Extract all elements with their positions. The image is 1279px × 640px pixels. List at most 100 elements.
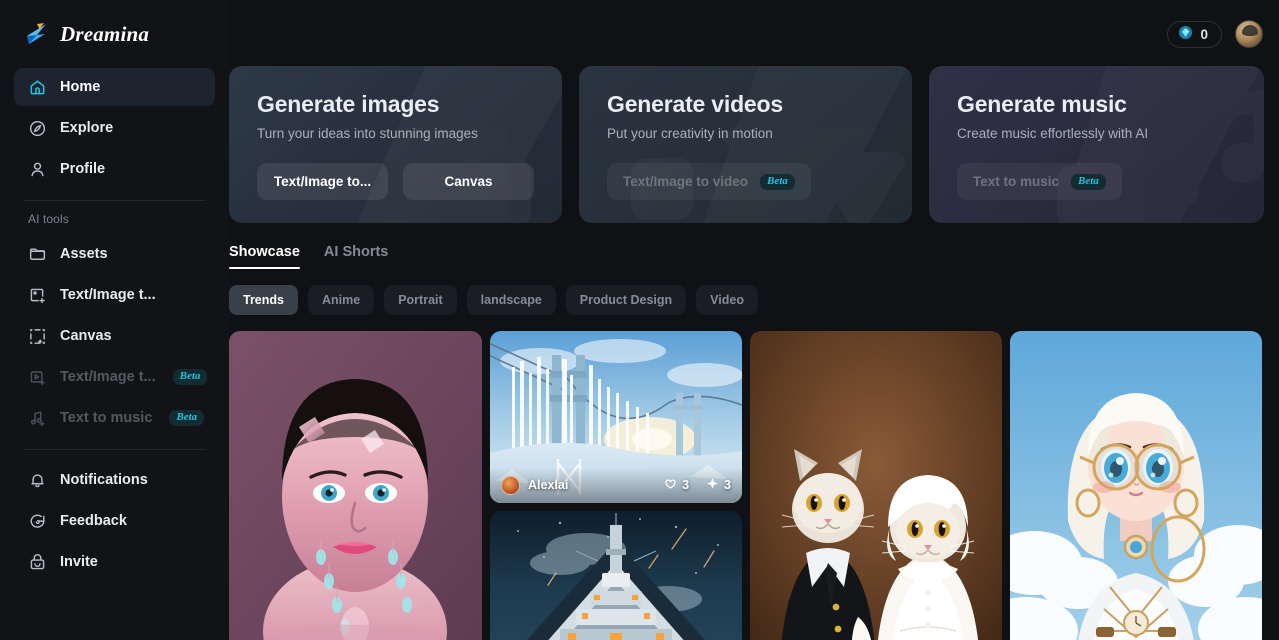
gallery-card-wedding-cats[interactable] — [750, 331, 1002, 640]
sidebar-divider-top — [24, 200, 205, 201]
music-plus-icon — [28, 409, 47, 428]
chip-label: Video — [710, 293, 744, 307]
hero-button-label: Text/Image to video — [623, 174, 749, 189]
sidebar-item-canvas[interactable]: Canvas — [14, 317, 215, 355]
beta-badge: Beta — [1071, 173, 1106, 190]
sidebar-item-text-to-music[interactable]: Text to music Beta — [14, 399, 215, 437]
sidebar-item-label: Text/Image t... — [60, 369, 156, 385]
sidebar-item-label: Explore — [60, 120, 114, 136]
tab-showcase[interactable]: Showcase — [229, 244, 300, 269]
sidebar-item-label: Text/Image t... — [60, 287, 156, 303]
hero-buttons: Text/Image to video Beta — [607, 163, 912, 200]
hero-button-text-image-to-image[interactable]: Text/Image to... — [257, 163, 388, 200]
dreamina-logo-icon — [24, 21, 51, 47]
artwork-battleship — [490, 511, 742, 640]
hero-title: Generate music — [957, 91, 1127, 117]
remix-count: 3 — [724, 478, 731, 492]
chip-video[interactable]: Video — [696, 285, 758, 315]
hero-button-label: Text/Image to... — [273, 174, 372, 189]
sidebar-item-feedback[interactable]: Feedback — [14, 502, 215, 540]
image-plus-icon — [28, 286, 47, 305]
gallery-column — [229, 331, 482, 640]
hero-button-text-image-to-video[interactable]: Text/Image to video Beta — [607, 163, 811, 200]
hero-button-canvas[interactable]: Canvas — [403, 163, 534, 200]
hero-title: Generate images — [257, 91, 440, 117]
sidebar-item-label: Profile — [60, 161, 106, 177]
hero-button-text-to-music[interactable]: Text to music Beta — [957, 163, 1122, 200]
artwork-anime-girl — [1010, 331, 1262, 640]
showcase-gallery: Alexlai 3 3 — [229, 331, 1264, 640]
sidebar-item-assets[interactable]: Assets — [14, 235, 215, 273]
sidebar-item-explore[interactable]: Explore — [14, 109, 215, 147]
artwork-wedding-cats — [750, 331, 1002, 640]
top-bar: 0 — [229, 0, 1279, 68]
brand-name: Dreamina — [60, 21, 150, 46]
chat-icon — [28, 512, 47, 531]
sparkle-icon — [706, 477, 719, 493]
gallery-card-chrome-portrait[interactable] — [229, 331, 482, 640]
hero-title: Generate videos — [607, 91, 783, 117]
tab-label: Showcase — [229, 244, 300, 260]
credits-value: 0 — [1200, 26, 1208, 42]
app-root: Dreamina Home Explore Profile AI tools A… — [0, 0, 1279, 640]
like-count: 3 — [682, 478, 690, 492]
remix-stat[interactable]: 3 — [706, 477, 731, 493]
home-icon — [28, 78, 47, 97]
gem-icon — [1178, 25, 1193, 43]
content-scroll: Generate images Turn your ideas into stu… — [229, 66, 1279, 640]
sidebar-item-text-image-to-video[interactable]: Text/Image t... Beta — [14, 358, 215, 396]
avatar[interactable] — [1235, 20, 1263, 48]
chip-trends[interactable]: Trends — [229, 285, 298, 315]
sidebar-item-label: Text to music — [60, 410, 153, 426]
sidebar-item-notifications[interactable]: Notifications — [14, 461, 215, 499]
hero-card-row: Generate images Turn your ideas into stu… — [229, 66, 1264, 223]
chip-product-design[interactable]: Product Design — [565, 285, 687, 315]
sidebar-item-invite[interactable]: Invite — [14, 543, 215, 581]
chip-anime[interactable]: Anime — [308, 285, 375, 315]
sidebar-item-label: Assets — [60, 246, 108, 262]
gallery-card-frozen-bridge[interactable]: Alexlai 3 3 — [490, 331, 742, 503]
hero-subtitle: Turn your ideas into stunning images — [257, 126, 478, 141]
gallery-column — [1010, 331, 1262, 640]
sidebar-item-label: Home — [60, 79, 101, 95]
beta-badge: Beta — [172, 369, 208, 385]
gallery-card-meta: Alexlai 3 3 — [490, 467, 742, 503]
bell-icon — [28, 471, 47, 490]
hero-buttons: Text/Image to... Canvas — [257, 163, 562, 200]
chip-landscape[interactable]: landscape — [466, 285, 556, 315]
gallery-card-anime-girl[interactable] — [1010, 331, 1262, 640]
beta-badge: Beta — [760, 173, 795, 190]
chip-label: landscape — [480, 293, 542, 307]
gallery-card-battleship[interactable] — [490, 511, 742, 640]
gallery-column: Alexlai 3 3 — [490, 331, 742, 640]
person-icon — [28, 160, 47, 179]
credits-badge[interactable]: 0 — [1167, 20, 1222, 48]
author-avatar[interactable] — [501, 475, 520, 495]
chip-label: Trends — [243, 293, 284, 307]
chip-portrait[interactable]: Portrait — [384, 285, 457, 315]
hero-card-generate-music[interactable]: Generate music Create music effortlessly… — [929, 66, 1264, 223]
sidebar-item-label: Notifications — [60, 472, 148, 488]
content-tabs: Showcase AI Shorts — [229, 244, 1264, 269]
sidebar-item-home[interactable]: Home — [14, 68, 215, 106]
hero-card-generate-images[interactable]: Generate images Turn your ideas into stu… — [229, 66, 562, 223]
like-stat[interactable]: 3 — [664, 477, 689, 493]
hero-subtitle: Put your creativity in motion — [607, 126, 773, 141]
folder-icon — [28, 245, 47, 264]
hero-card-generate-videos[interactable]: Generate videos Put your creativity in m… — [579, 66, 912, 223]
sidebar-item-label: Feedback — [60, 513, 127, 529]
sidebar-item-label: Canvas — [60, 328, 112, 344]
compass-icon — [28, 119, 47, 138]
sidebar-item-profile[interactable]: Profile — [14, 150, 215, 188]
hero-button-label: Canvas — [444, 174, 493, 189]
sidebar-item-text-image-to-image[interactable]: Text/Image t... — [14, 276, 215, 314]
brand-logo[interactable]: Dreamina — [14, 0, 215, 68]
chip-label: Anime — [322, 293, 361, 307]
chip-label: Product Design — [579, 293, 673, 307]
main-area: 0 Generate images Turn your ideas into s… — [229, 0, 1279, 640]
tab-label: AI Shorts — [323, 244, 389, 260]
hero-buttons: Text to music Beta — [957, 163, 1264, 200]
tab-ai-shorts[interactable]: AI Shorts — [324, 244, 388, 269]
beta-badge: Beta — [169, 410, 205, 426]
chip-label: Portrait — [398, 293, 443, 307]
